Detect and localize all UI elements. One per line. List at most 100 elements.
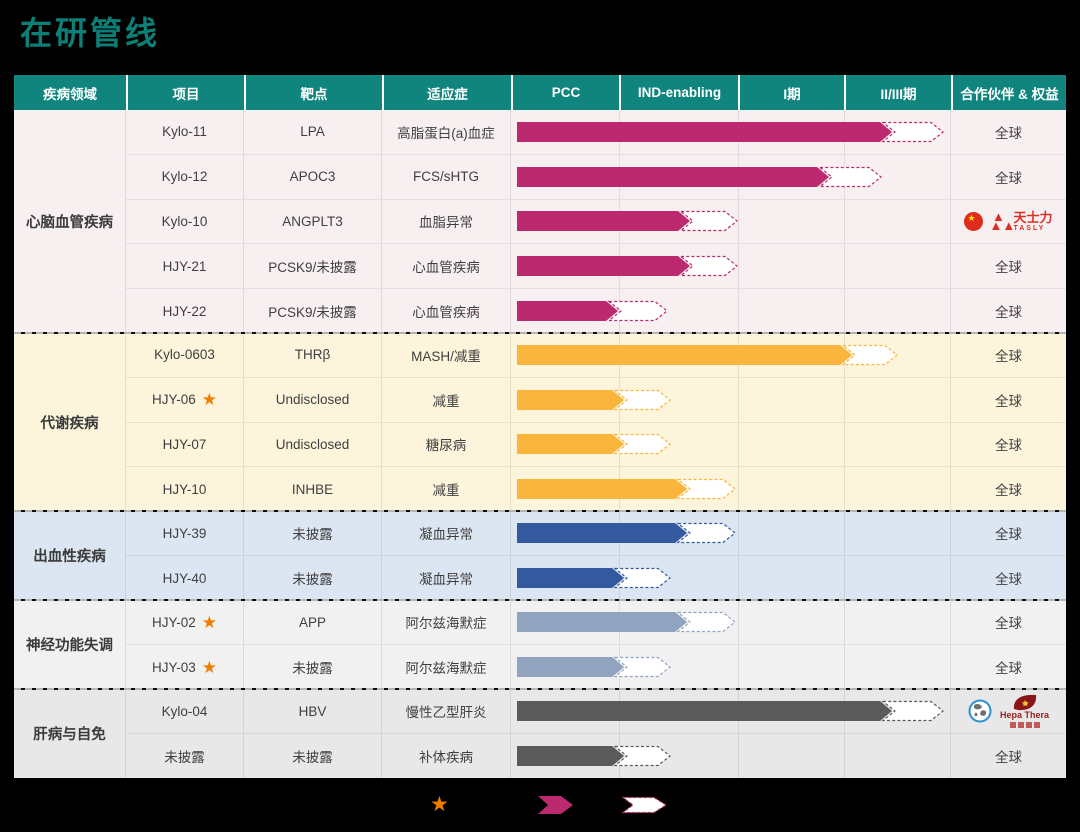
phase-progress-bar — [517, 300, 673, 322]
column-header-8: II/III期 — [844, 75, 951, 110]
project-cell: HJY-21 — [126, 244, 244, 288]
global-rights-label: 全球 — [995, 167, 1022, 187]
solid-progress-segment — [517, 479, 687, 499]
target-cell: THRβ — [244, 333, 382, 377]
project-name: Kylo-12 — [162, 169, 208, 184]
indication-cell: 心血管疾病 — [382, 244, 511, 288]
column-header-6: IND-enabling — [619, 75, 738, 110]
group-label-metabolic: 代谢疾病 — [14, 333, 126, 511]
group-rows: Kylo-0603THRβMASH/减重全球HJY-06★Undisclosed… — [126, 333, 1066, 511]
project-cell: HJY-10 — [126, 467, 244, 511]
stage-cell — [511, 467, 951, 511]
tasly-latin-name: TASLY — [1013, 225, 1045, 232]
pipeline-row-HJY-22: HJY-22PCSK9/未披露心血管疾病全球 — [126, 288, 1066, 333]
indication-cell: 凝血异常 — [382, 511, 511, 555]
table-header-row: 疾病领域项目靶点适应症PCCIND-enablingI期II/III期合作伙伴 … — [14, 75, 1066, 110]
phase-progress-bar — [517, 210, 743, 232]
group-label-liver: 肝病与自免 — [14, 689, 126, 778]
stage-cell — [511, 333, 951, 377]
project-cell: Kylo-0603 — [126, 333, 244, 377]
tasly-partner-logo: ★▲▲▲天士力TASLY — [964, 211, 1052, 232]
global-rights-label: 全球 — [995, 301, 1022, 321]
project-cell: Kylo-12 — [126, 155, 244, 199]
legend: ★ — [0, 790, 1080, 824]
indication-cell: 阿尔兹海默症 — [382, 600, 511, 644]
solid-progress-segment — [517, 390, 624, 410]
indication-cell: 慢性乙型肝炎 — [382, 689, 511, 733]
global-rights-label: 全球 — [995, 345, 1022, 365]
global-rights-label: 全球 — [995, 122, 1022, 142]
solid-progress-segment — [517, 345, 852, 365]
pipeline-row-HJY-02: HJY-02★APP阿尔兹海默症全球 — [126, 600, 1066, 644]
target-cell: APOC3 — [244, 155, 382, 199]
column-header-9: 合作伙伴 & 权益 — [951, 75, 1066, 110]
indication-cell: MASH/减重 — [382, 333, 511, 377]
project-name: HJY-10 — [163, 482, 207, 497]
global-rights-label: 全球 — [995, 256, 1022, 276]
solid-progress-segment — [517, 523, 687, 543]
indication-cell: 高脂蛋白(a)血症 — [382, 110, 511, 154]
indication-cell: 补体疾病 — [382, 734, 511, 778]
star-icon: ★ — [430, 792, 449, 817]
target-cell: HBV — [244, 689, 382, 733]
hepathera-leaf-icon — [1012, 694, 1038, 711]
project-name: HJY-40 — [163, 571, 207, 586]
indication-cell: 阿尔兹海默症 — [382, 645, 511, 689]
group-label-neuro: 神经功能失调 — [14, 600, 126, 689]
stage-cell — [511, 645, 951, 689]
phase-progress-bar — [517, 522, 741, 544]
project-cell: HJY-07 — [126, 423, 244, 467]
indication-cell: 血脂异常 — [382, 200, 511, 244]
hepathera-chinese-subtext — [1010, 722, 1040, 728]
project-cell: HJY-40 — [126, 556, 244, 600]
stage-cell — [511, 155, 951, 199]
stage-cell — [511, 110, 951, 154]
global-rights-label: 全球 — [995, 390, 1022, 410]
project-cell: Kylo-04 — [126, 689, 244, 733]
solid-progress-segment — [517, 568, 624, 588]
project-cell: HJY-06★ — [126, 378, 244, 422]
global-rights-label: 全球 — [995, 434, 1022, 454]
global-rights-label: 全球 — [995, 657, 1022, 677]
globe-icon — [968, 699, 992, 723]
project-name: HJY-39 — [163, 526, 207, 541]
project-cell: Kylo-11 — [126, 110, 244, 154]
group-label-cardio: 心脑血管疾病 — [14, 110, 126, 333]
tasly-name: 天士力TASLY — [1013, 211, 1052, 232]
project-name: Kylo-04 — [162, 704, 208, 719]
target-cell: Undisclosed — [244, 378, 382, 422]
partner-cell: 全球 — [951, 333, 1066, 377]
solid-progress-segment — [517, 167, 829, 187]
project-cell: 未披露 — [126, 734, 244, 778]
phase-progress-bar — [517, 656, 676, 678]
stage-cell — [511, 600, 951, 644]
pipeline-row-HJY-06: HJY-06★Undisclosed减重全球 — [126, 377, 1066, 422]
disease-group-metabolic: 代谢疾病Kylo-0603THRβMASH/减重全球HJY-06★Undiscl… — [14, 333, 1066, 511]
page-title: 在研管线 — [20, 8, 160, 54]
disease-group-liver: 肝病与自免Kylo-04HBV慢性乙型肝炎Hepa Thera未披露未披露补体疾… — [14, 689, 1066, 778]
solid-progress-segment — [517, 122, 892, 142]
column-header-3: 靶点 — [244, 75, 382, 110]
project-name: HJY-03 — [152, 660, 196, 675]
project-name: Kylo-11 — [162, 124, 207, 139]
project-name: HJY-02 — [152, 615, 196, 630]
project-cell: HJY-02★ — [126, 600, 244, 644]
phase-progress-bar — [517, 700, 949, 722]
planned-progress-segment — [820, 167, 881, 186]
global-rights-label: 全球 — [995, 612, 1022, 632]
phase-progress-bar — [517, 478, 741, 500]
group-rows: Kylo-04HBV慢性乙型肝炎Hepa Thera未披露未披露补体疾病全球 — [126, 689, 1066, 778]
disease-group-cardio: 心脑血管疾病Kylo-11LPA高脂蛋白(a)血症全球Kylo-12APOC3F… — [14, 110, 1066, 333]
hepathera-name-block: Hepa Thera — [1000, 694, 1049, 728]
partner-cell: 全球 — [951, 467, 1066, 511]
phase-progress-bar — [517, 611, 741, 633]
partner-cell: 全球 — [951, 511, 1066, 555]
tasly-triangle-icon: ▲▲▲ — [989, 212, 1007, 230]
global-rights-label: 全球 — [995, 523, 1022, 543]
column-header-4: 适应症 — [382, 75, 511, 110]
partner-cell: 全球 — [951, 423, 1066, 467]
indication-cell: FCS/sHTG — [382, 155, 511, 199]
stage-cell — [511, 378, 951, 422]
stage-cell — [511, 200, 951, 244]
pipeline-row-HJY-10: HJY-10INHBE减重全球 — [126, 466, 1066, 511]
